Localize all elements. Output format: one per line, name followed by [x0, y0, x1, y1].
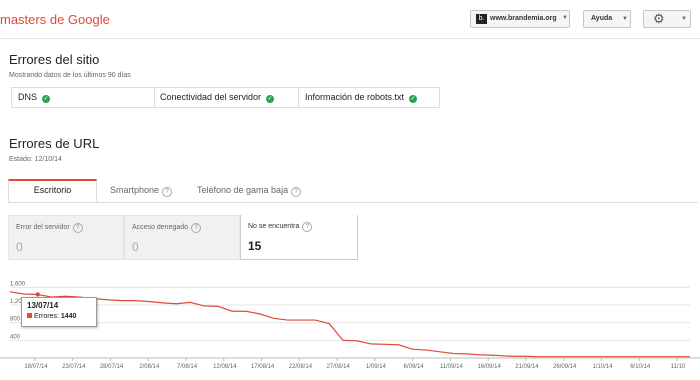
x-tick-label: 16/09/14 [477, 364, 501, 370]
url-errors-title: Errores de URL [9, 136, 100, 151]
x-tick-label: 27/08/14 [326, 364, 350, 370]
metric-label: No se encuentra? [248, 222, 313, 232]
y-tick-label: 800 [10, 317, 21, 323]
top-bar: masters de Google b. www.brandemia.org ▼… [0, 0, 700, 39]
x-tick-label: 6/09/14 [404, 364, 425, 370]
check-ok-icon: ✓ [42, 95, 51, 103]
x-tick-label: 23/07/14 [62, 364, 86, 370]
x-tick-label: 18/07/14 [24, 364, 48, 370]
series-line-errores [9, 291, 690, 358]
hover-point [35, 292, 40, 297]
check-label: Conectividad del servidor [160, 92, 262, 102]
x-tick-label: 21/09/14 [515, 364, 539, 370]
metric-server-error[interactable]: Error del servidor? 0 [8, 215, 124, 260]
help-icon[interactable]: ? [162, 187, 173, 197]
check-label: DNS [18, 92, 38, 102]
site-selector[interactable]: b. www.brandemia.org ▼ [470, 10, 570, 28]
series-swatch [27, 313, 32, 318]
x-tick-label: 11/10 [671, 364, 686, 370]
site-favicon-icon: b. [476, 14, 487, 24]
help-icon[interactable]: ? [302, 222, 313, 232]
help-icon[interactable]: ? [72, 223, 83, 233]
tab-smartphone[interactable]: Smartphone? [110, 180, 173, 201]
site-errors-panel: DNS ✓ Conectividad del servidor ✓ Informac… [11, 87, 440, 108]
device-tabs: Escritorio Smartphone? Teléfono de gama … [8, 179, 698, 203]
tab-feature-phone[interactable]: Teléfono de gama baja? [197, 180, 302, 201]
tooltip-value: Errores: 1440 [27, 313, 76, 320]
chevron-down-icon: ▼ [622, 16, 628, 22]
app-title: masters de Google [0, 12, 110, 27]
chevron-down-icon: ▼ [681, 16, 687, 22]
settings-button[interactable]: ⚙ ▼ [643, 10, 691, 28]
check-ok-icon: ✓ [266, 95, 275, 103]
chart-tooltip: 13/07/14 Errores: 1440 [21, 297, 97, 327]
y-tick-label: 1,600 [10, 281, 26, 287]
site-errors-subtitle: Mostrando datos de los últimos 90 días [9, 72, 131, 79]
x-tick-label: 1/10/14 [592, 364, 613, 370]
help-button-label: Ayuda [591, 15, 613, 22]
errors-line-chart[interactable]: 1,6001,20080040018/07/14 23/07/14 28/07/14… [0, 275, 700, 370]
check-robots-txt: Información de robots.txt ✓ [305, 88, 418, 107]
tab-label: Smartphone [110, 185, 160, 195]
help-icon[interactable]: ? [291, 187, 302, 197]
x-tick-label: 22/08/14 [289, 364, 313, 370]
x-tick-label: 12/08/14 [213, 364, 237, 370]
x-tick-label: 6/10/14 [630, 364, 651, 370]
x-tick-label: 7/08/14 [177, 364, 198, 370]
help-icon[interactable]: ? [191, 223, 202, 233]
metric-value: 0 [132, 240, 139, 254]
check-server-connectivity: Conectividad del servidor ✓ [160, 88, 275, 107]
divider [154, 88, 155, 107]
chevron-down-icon: ▼ [562, 15, 568, 21]
site-selector-label: www.brandemia.org [490, 15, 557, 22]
check-label: Información de robots.txt [305, 92, 405, 102]
tab-label: Teléfono de gama baja [197, 185, 289, 195]
tab-label: Escritorio [33, 185, 72, 195]
check-ok-icon: ✓ [409, 95, 418, 103]
gear-icon: ⚙ [653, 11, 665, 26]
x-tick-label: 17/08/14 [251, 364, 275, 370]
metric-not-found[interactable]: No se encuentra? 15 [240, 215, 358, 260]
divider [298, 88, 299, 107]
x-tick-label: 2/08/14 [139, 364, 160, 370]
metric-value: 0 [16, 240, 23, 254]
tab-desktop[interactable]: Escritorio [8, 179, 97, 202]
tooltip-date: 13/07/14 [27, 301, 59, 310]
metric-value: 15 [248, 239, 262, 253]
x-tick-label: 26/09/14 [553, 364, 577, 370]
y-tick-label: 400 [10, 334, 21, 340]
check-dns: DNS ✓ [18, 88, 51, 107]
url-errors-status: Estado: 12/10/14 [9, 156, 62, 163]
metric-label: Error del servidor? [16, 223, 83, 233]
metric-access-denied[interactable]: Acceso denegado? 0 [124, 215, 240, 260]
help-button[interactable]: Ayuda ▼ [583, 10, 631, 28]
x-tick-label: 1/09/14 [366, 364, 387, 370]
metric-label: Acceso denegado? [132, 223, 202, 233]
site-errors-title: Errores del sitio [9, 52, 100, 67]
x-tick-label: 11/09/14 [440, 364, 464, 370]
x-tick-label: 28/07/14 [100, 364, 124, 370]
